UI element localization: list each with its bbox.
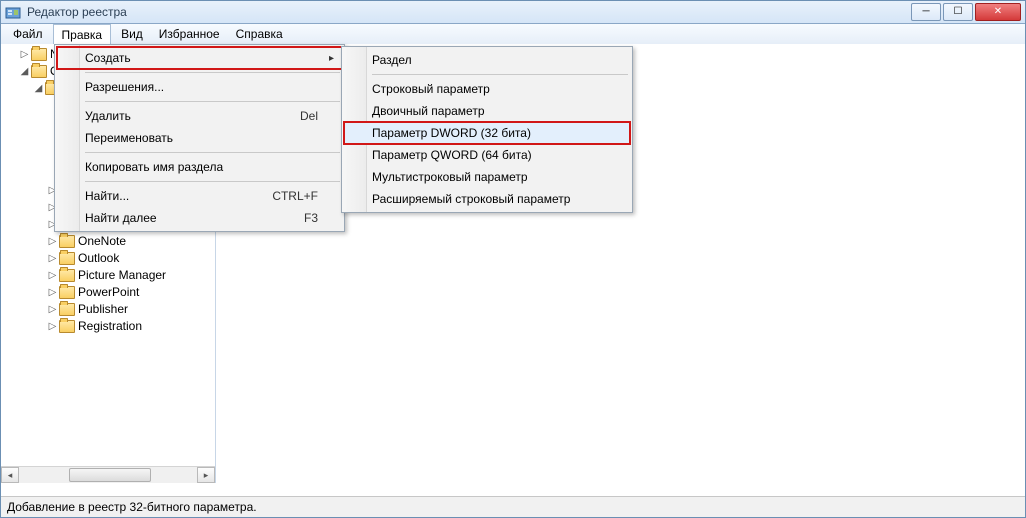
submenu-create-dword[interactable]: Параметр DWORD (32 бита): [344, 122, 630, 144]
menu-edit-delete[interactable]: Удалить Del: [57, 105, 342, 127]
tree-horizontal-scrollbar[interactable]: ◂ ▸: [1, 466, 215, 483]
expand-icon[interactable]: ▷: [19, 46, 30, 63]
window-title: Редактор реестра: [27, 5, 911, 19]
submenu-create-multistring[interactable]: Мультистроковый параметр: [344, 166, 630, 188]
tree-node[interactable]: ▷ Outlook: [5, 250, 215, 267]
menu-edit-find-label: Найти...: [85, 189, 129, 203]
expand-icon[interactable]: ▷: [47, 250, 58, 267]
maximize-button[interactable]: ☐: [943, 3, 973, 21]
menu-edit-copy-key-name[interactable]: Копировать имя раздела: [57, 156, 342, 178]
tree-node[interactable]: ▷ Registration: [5, 318, 215, 335]
folder-icon: [59, 302, 75, 318]
submenu-create-multistring-label: Мультистроковый параметр: [372, 170, 528, 184]
submenu-create-dword-label: Параметр DWORD (32 бита): [372, 126, 531, 140]
expand-icon[interactable]: ▷: [47, 301, 58, 318]
tree-node-label: Picture Manager: [78, 267, 166, 284]
menu-edit-rename[interactable]: Переименовать: [57, 127, 342, 149]
folder-icon: [59, 319, 75, 335]
submenu-create-expandstring[interactable]: Расширяемый строковый параметр: [344, 188, 630, 210]
edit-dropdown-menu: Создать Разрешения... Удалить Del Переим…: [54, 44, 345, 232]
expand-icon[interactable]: ▷: [47, 318, 58, 335]
submenu-create-qword-label: Параметр QWORD (64 бита): [372, 148, 532, 162]
expand-icon[interactable]: ▷: [47, 233, 58, 250]
folder-icon: [59, 234, 75, 250]
menu-edit-find[interactable]: Найти... CTRL+F: [57, 185, 342, 207]
menu-favorites[interactable]: Избранное: [151, 24, 228, 44]
window-buttons: ─ ☐ ✕: [911, 3, 1021, 21]
menu-edit-find-next-shortcut: F3: [304, 211, 318, 225]
tree-node[interactable]: ▷ Picture Manager: [5, 267, 215, 284]
submenu-create-string[interactable]: Строковый параметр: [344, 78, 630, 100]
close-button[interactable]: ✕: [975, 3, 1021, 21]
scroll-left-button[interactable]: ◂: [1, 467, 19, 483]
scroll-right-button[interactable]: ▸: [197, 467, 215, 483]
submenu-create-string-label: Строковый параметр: [372, 82, 490, 96]
submenu-create-qword[interactable]: Параметр QWORD (64 бита): [344, 144, 630, 166]
submenu-create-expandstring-label: Расширяемый строковый параметр: [372, 192, 570, 206]
menu-edit-rename-label: Переименовать: [85, 131, 173, 145]
menu-edit[interactable]: Правка: [53, 24, 112, 44]
tree-node[interactable]: ▷ Publisher: [5, 301, 215, 318]
menu-edit-find-shortcut: CTRL+F: [272, 189, 318, 203]
menu-edit-create-label: Создать: [85, 51, 131, 65]
menu-edit-find-next[interactable]: Найти далее F3: [57, 207, 342, 229]
collapse-icon[interactable]: ◢: [19, 63, 30, 80]
scroll-track[interactable]: [19, 468, 197, 482]
menu-help[interactable]: Справка: [228, 24, 291, 44]
menu-edit-permissions-label: Разрешения...: [85, 80, 164, 94]
tree-node-label: OneNote: [78, 233, 126, 250]
statusbar-text: Добавление в реестр 32-битного параметра…: [7, 500, 257, 514]
expand-icon[interactable]: ▷: [47, 284, 58, 301]
folder-icon: [59, 285, 75, 301]
menubar: Файл Правка Вид Избранное Справка: [1, 24, 1025, 45]
folder-icon: [59, 268, 75, 284]
menu-edit-copy-key-name-label: Копировать имя раздела: [85, 160, 223, 174]
submenu-create-binary[interactable]: Двоичный параметр: [344, 100, 630, 122]
folder-icon: [31, 47, 47, 63]
create-submenu: Раздел Строковый параметр Двоичный парам…: [341, 46, 633, 213]
tree-node-label: Registration: [78, 318, 142, 335]
menu-edit-permissions[interactable]: Разрешения...: [57, 76, 342, 98]
menu-edit-delete-shortcut: Del: [300, 109, 318, 123]
menu-edit-delete-label: Удалить: [85, 109, 131, 123]
regedit-icon: [5, 4, 21, 20]
menu-view[interactable]: Вид: [113, 24, 151, 44]
tree-node-label: PowerPoint: [78, 284, 139, 301]
tree-node-label: Outlook: [78, 250, 119, 267]
tree-node[interactable]: ▷ PowerPoint: [5, 284, 215, 301]
submenu-create-key-label: Раздел: [372, 53, 412, 67]
scroll-thumb[interactable]: [69, 468, 151, 482]
minimize-button[interactable]: ─: [911, 3, 941, 21]
submenu-create-key[interactable]: Раздел: [344, 49, 630, 71]
expand-icon[interactable]: ▷: [47, 267, 58, 284]
folder-icon: [31, 64, 47, 80]
collapse-icon[interactable]: ◢: [33, 80, 44, 97]
folder-icon: [59, 251, 75, 267]
tree-node-label: Publisher: [78, 301, 128, 318]
menu-file[interactable]: Файл: [5, 24, 51, 44]
registry-editor-window: Редактор реестра ─ ☐ ✕ Файл Правка Вид И…: [0, 0, 1026, 518]
menu-edit-create[interactable]: Создать: [57, 47, 342, 69]
statusbar: Добавление в реестр 32-битного параметра…: [1, 496, 1025, 517]
tree-node[interactable]: ▷ OneNote: [5, 233, 215, 250]
submenu-create-binary-label: Двоичный параметр: [372, 104, 485, 118]
menu-edit-find-next-label: Найти далее: [85, 211, 157, 225]
titlebar: Редактор реестра ─ ☐ ✕: [1, 1, 1025, 24]
